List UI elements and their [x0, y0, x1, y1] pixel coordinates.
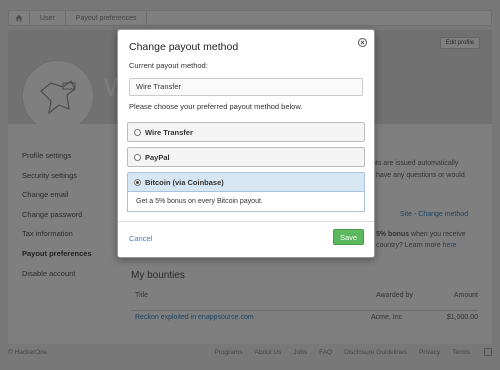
option-bitcoin[interactable]: Bitcoin (via Coinbase): [127, 172, 365, 192]
modal-title: Change payout method: [129, 41, 239, 53]
current-method-value: Wire Transfer: [129, 78, 363, 96]
close-button[interactable]: [358, 38, 367, 47]
choose-method-label: Please choose your preferred payout meth…: [129, 102, 303, 111]
change-payout-modal: Change payout method Current payout meth…: [117, 29, 375, 258]
radio-bitcoin[interactable]: [134, 178, 141, 186]
current-method-label: Current payout method:: [129, 61, 208, 70]
option-bitcoin-label: Bitcoin (via Coinbase): [145, 177, 224, 187]
radio-selected-dot: [136, 180, 139, 184]
close-icon: [360, 40, 365, 45]
radio-wire-transfer[interactable]: [134, 128, 141, 136]
bitcoin-bonus-note: Get a 5% bonus on every Bitcoin payout.: [127, 192, 365, 212]
cancel-button[interactable]: Cancel: [129, 234, 152, 243]
option-wire-transfer[interactable]: Wire Transfer: [127, 122, 365, 142]
radio-paypal[interactable]: [134, 153, 141, 161]
save-button[interactable]: Save: [333, 229, 364, 245]
option-wire-transfer-label: Wire Transfer: [145, 127, 193, 137]
modal-divider: [118, 221, 374, 222]
option-paypal[interactable]: PayPal: [127, 147, 365, 167]
option-paypal-label: PayPal: [145, 152, 170, 162]
